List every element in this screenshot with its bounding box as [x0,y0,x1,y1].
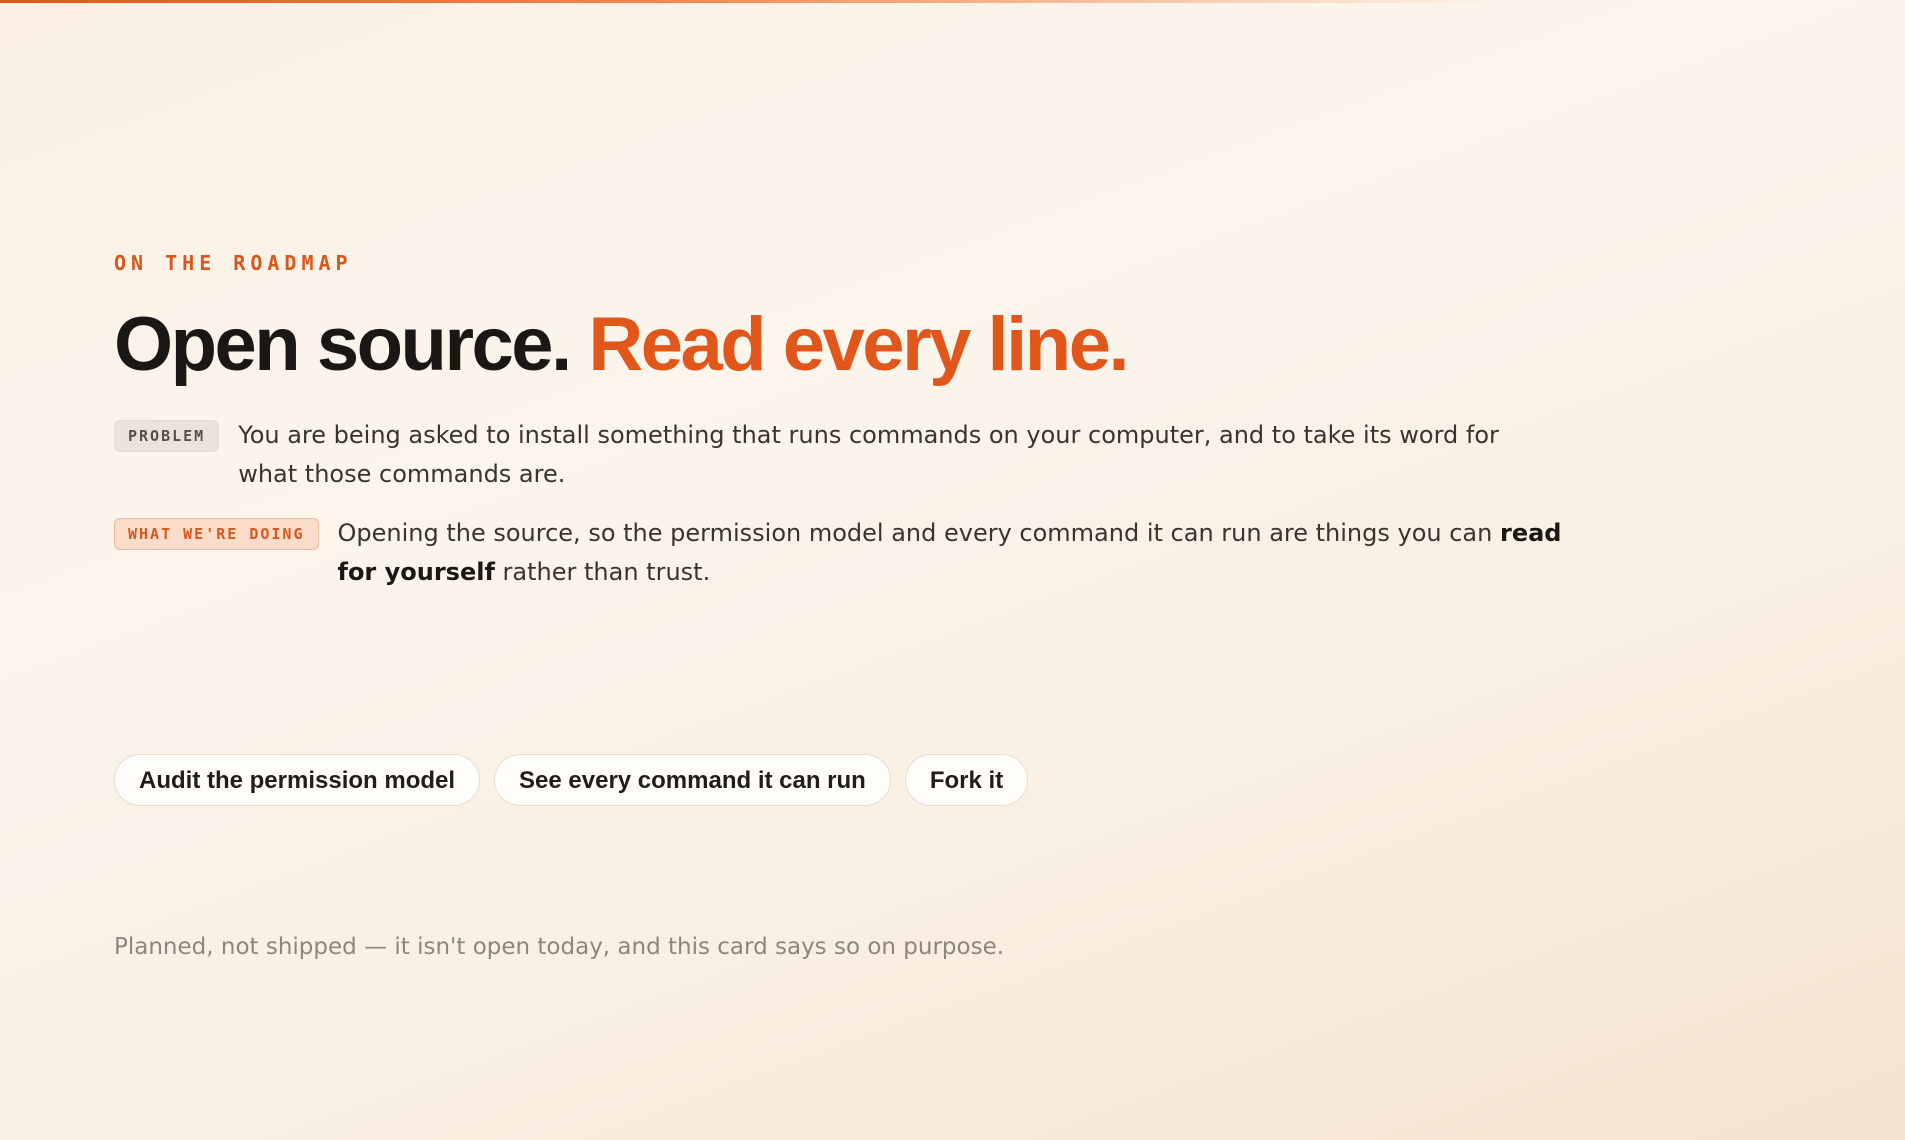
top-accent-bar [0,0,1500,3]
planned-footnote: Planned, not shipped — it isn't open tod… [114,934,1005,960]
doing-text-before: Opening the source, so the permission mo… [337,519,1500,547]
problem-row: PROBLEM You are being asked to install s… [114,416,1574,494]
eyebrow-label: ON THE ROADMAP [114,251,353,275]
problem-badge: PROBLEM [114,420,220,452]
headline-accent: Read every line. [588,302,1129,387]
doing-text-after: rather than trust. [494,558,711,586]
headline-main: Open source. [114,302,572,387]
problem-text: You are being asked to install something… [238,421,1499,488]
fork-it-button[interactable]: Fork it [904,754,1029,806]
audit-permission-model-button[interactable]: Audit the permission model [114,754,481,806]
doing-badge: WHAT WE'RE DOING [114,518,319,550]
doing-row: WHAT WE'RE DOING Opening the source, so … [114,514,1574,592]
action-buttons: Audit the permission model See every com… [114,754,1574,806]
see-every-command-button[interactable]: See every command it can run [494,754,891,806]
headline: Open source. Read every line. [114,300,1574,390]
roadmap-card: ON THE ROADMAP Open source. Read every l… [114,250,1574,985]
doing-text: Opening the source, so the permission mo… [338,514,1568,592]
